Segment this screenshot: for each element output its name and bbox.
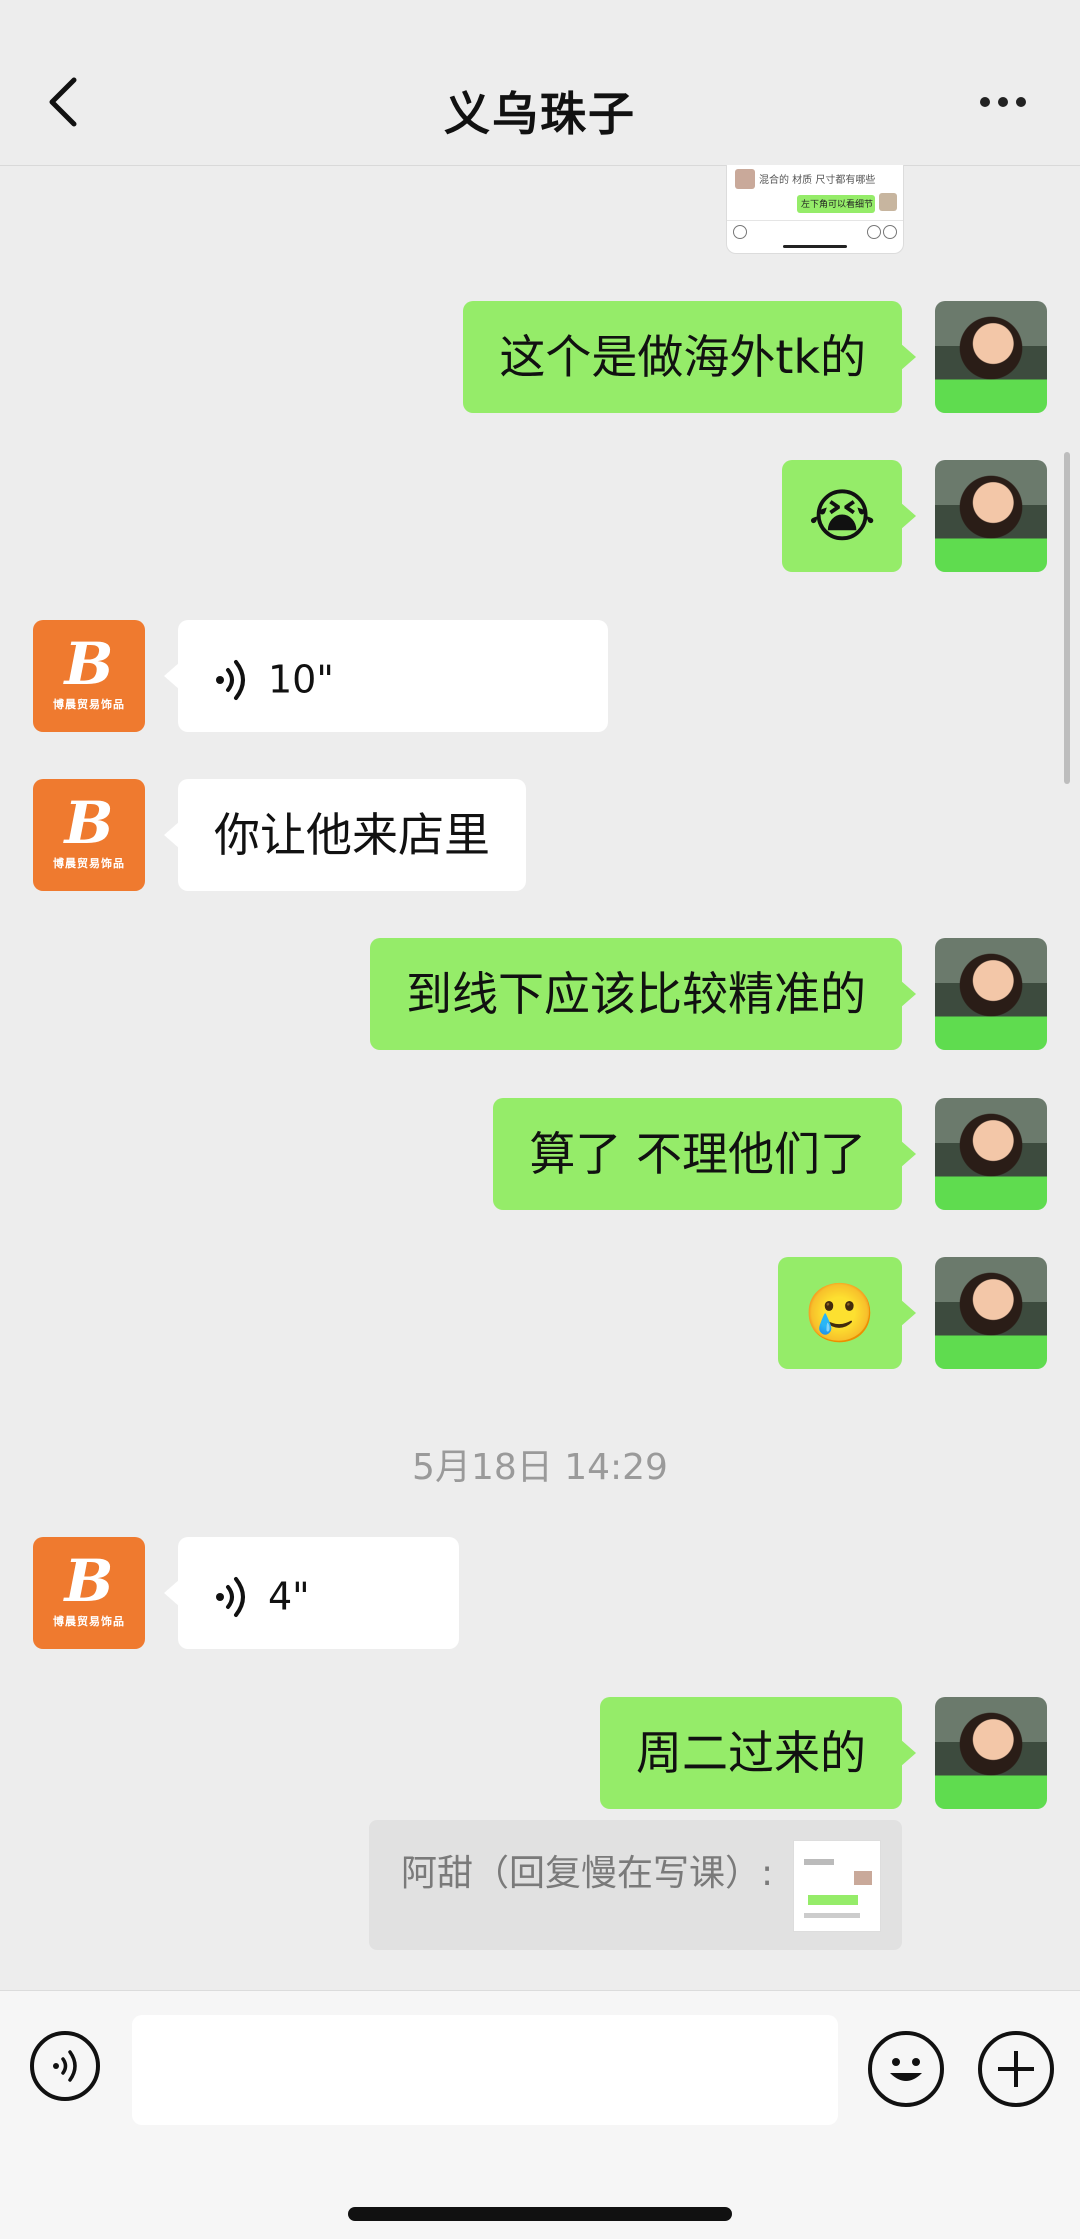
message-bubble-outgoing[interactable]: 这个是做海外tk的: [463, 301, 916, 413]
thumbnail-line1: 混合的 材质 尺寸都有哪些: [759, 175, 876, 186]
message-bubble-outgoing[interactable]: 周二过来的: [600, 1697, 916, 1809]
contact-avatar-letter: B: [64, 789, 114, 857]
message-bubble-outgoing[interactable]: 到线下应该比较精准的: [370, 938, 916, 1050]
shared-screenshot-thumbnail[interactable]: 混合的 材质 尺寸都有哪些 左下角可以看细节: [726, 165, 904, 254]
voice-duration: 4": [268, 1574, 310, 1619]
thumbnail-smiley-icon: [867, 225, 881, 239]
thumbnail-divider: [727, 220, 903, 221]
contact-avatar-letter: B: [64, 630, 114, 698]
thumbnail-line2: 左下角可以看细节: [801, 200, 874, 210]
avatar-me[interactable]: [935, 938, 1047, 1050]
more-dots-icon[interactable]: [980, 92, 1040, 112]
thumbnail-avatar-right: [879, 193, 897, 211]
avatar-me[interactable]: [935, 460, 1047, 572]
voice-wave-icon[interactable]: [30, 2031, 100, 2101]
chat-header: 义乌珠子: [0, 0, 1080, 166]
message-bubble-incoming[interactable]: 你让他来店里: [164, 779, 526, 891]
avatar-me[interactable]: [935, 1257, 1047, 1369]
thumbnail-avatar: [735, 169, 755, 189]
avatar-me[interactable]: [935, 301, 1047, 413]
input-bar: [0, 1990, 1080, 2239]
message-input[interactable]: [132, 2015, 838, 2125]
voice-wave-icon: [216, 659, 245, 700]
smiley-icon[interactable]: [868, 2031, 944, 2107]
contact-avatar-letter: B: [64, 1547, 114, 1615]
avatar-me[interactable]: [935, 1697, 1047, 1809]
voice-wave-icon: [216, 1576, 245, 1617]
voice-duration: 10": [268, 657, 334, 702]
chat-timestamp: 5月18日 14:29: [412, 1447, 668, 1488]
home-indicator: [348, 2207, 732, 2221]
contact-avatar-caption: 博晨贸易饰品: [53, 857, 125, 870]
avatar-contact[interactable]: B 博晨贸易饰品: [33, 620, 145, 732]
quoted-reply[interactable]: 阿甜（回复慢在写课）:: [369, 1820, 902, 1950]
thumbnail-home-indicator: [783, 245, 847, 248]
thumbnail-green-bubble: 左下角可以看细节: [797, 195, 875, 213]
avatar-me[interactable]: [935, 1098, 1047, 1210]
thumbnail-plus-icon: [883, 225, 897, 239]
quote-image-thumbnail[interactable]: [793, 1840, 881, 1932]
chat-title: 义乌珠子: [444, 87, 636, 141]
avatar-contact[interactable]: B 博晨贸易饰品: [33, 779, 145, 891]
emoji-message-outgoing[interactable]: 😭: [782, 460, 916, 572]
scrollbar[interactable]: [1064, 452, 1070, 784]
message-bubble-outgoing[interactable]: 算了 不理他们了: [493, 1098, 916, 1210]
emoji-message-outgoing[interactable]: 🥲: [777, 1257, 917, 1369]
voice-message-incoming[interactable]: 4": [164, 1537, 459, 1649]
contact-avatar-caption: 博晨贸易饰品: [53, 1615, 125, 1628]
voice-message-incoming[interactable]: 10": [164, 620, 608, 732]
avatar-contact[interactable]: B 博晨贸易饰品: [33, 1537, 145, 1649]
contact-avatar-caption: 博晨贸易饰品: [53, 698, 125, 711]
quote-text: 阿甜（回复慢在写课）:: [401, 1853, 774, 1894]
plus-circle-icon[interactable]: [978, 2031, 1054, 2107]
thumbnail-voice-icon: [733, 225, 747, 239]
